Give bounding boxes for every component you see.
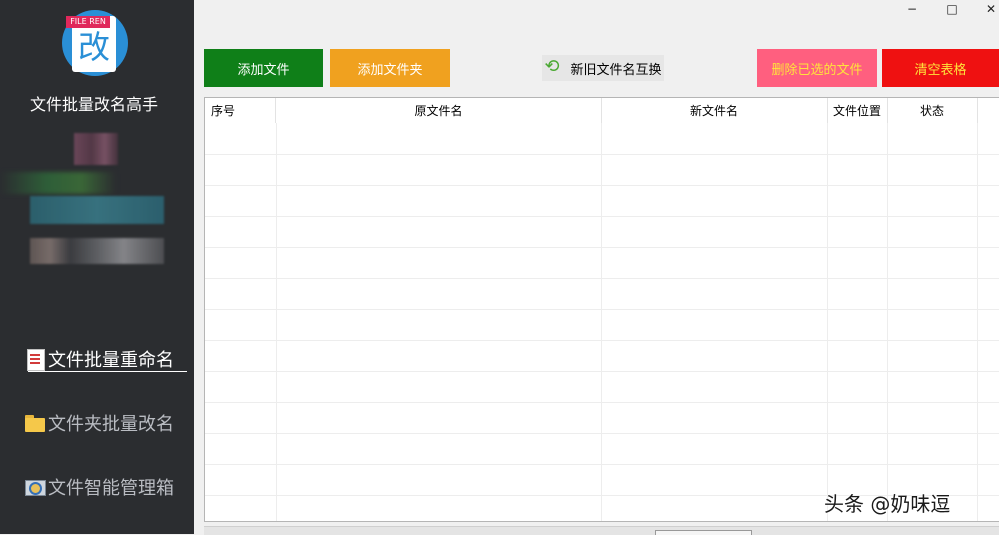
- sidebar-item-batch-rename[interactable]: 文件批量重命名: [24, 344, 194, 374]
- grid-row-line: [205, 464, 999, 465]
- blurred-account-info: [0, 172, 116, 194]
- grid-row-line: [205, 216, 999, 217]
- swap-names-button[interactable]: 新旧文件名互换: [542, 55, 664, 81]
- document-icon: [24, 348, 46, 371]
- grid-row-line: [205, 340, 999, 341]
- maximize-button[interactable]: □: [942, 2, 962, 16]
- grid-column-line: [601, 123, 602, 521]
- grid-row-line: [205, 185, 999, 186]
- grid-column-line: [977, 123, 978, 521]
- grid-row-line: [205, 278, 999, 279]
- column-header-status[interactable]: 状态: [887, 98, 978, 123]
- table-header: 序号 原文件名 新文件名 文件位置 状态: [205, 98, 999, 123]
- swap-names-label: 新旧文件名互换: [570, 62, 662, 78]
- blurred-account-info: [30, 196, 164, 224]
- sidebar-item-folder-rename[interactable]: 文件夹批量改名: [24, 408, 194, 438]
- app-name: 文件批量改名高手: [29, 95, 158, 114]
- column-header-new-name[interactable]: 新文件名: [601, 98, 828, 123]
- sidebar: FILE REN 改 文件批量改名高手 文件批量重命名 文件夹批量改名 文件智能…: [0, 0, 194, 534]
- status-box: [655, 530, 752, 535]
- grid-row-line: [205, 309, 999, 310]
- grid-row-line: [205, 154, 999, 155]
- logo-glyph: 改: [77, 28, 110, 66]
- delete-selected-button[interactable]: 删除已选的文件: [757, 49, 877, 87]
- refresh-icon: [544, 56, 562, 77]
- grid-column-line: [276, 123, 277, 521]
- grid-row-line: [205, 433, 999, 434]
- active-indicator: [28, 371, 187, 372]
- clear-table-button[interactable]: 清空表格: [882, 49, 999, 87]
- grid-column-line: [887, 123, 888, 521]
- grid-column-line: [827, 123, 828, 521]
- sidebar-item-label: 文件智能管理箱: [48, 478, 174, 499]
- grid-row-line: [205, 371, 999, 372]
- sidebar-item-label: 文件夹批量改名: [48, 414, 174, 435]
- toolbox-icon: [24, 476, 46, 498]
- app-logo: FILE REN 改: [62, 10, 128, 76]
- add-folder-button[interactable]: 添加文件夹: [330, 49, 450, 87]
- add-file-button[interactable]: 添加文件: [204, 49, 323, 87]
- watermark: 头条 @奶味逗: [824, 492, 951, 516]
- folder-icon: [24, 412, 46, 434]
- column-header-location[interactable]: 文件位置: [827, 98, 888, 123]
- file-table[interactable]: 序号 原文件名 新文件名 文件位置 状态: [204, 97, 999, 522]
- column-header-index[interactable]: 序号: [205, 98, 276, 123]
- grid-row-line: [205, 247, 999, 248]
- minimize-button[interactable]: −: [902, 2, 922, 16]
- sidebar-item-label: 文件批量重命名: [48, 350, 174, 371]
- blurred-account-info: [30, 238, 164, 264]
- blurred-avatar: [74, 133, 118, 165]
- sidebar-item-smart-manager[interactable]: 文件智能管理箱: [24, 472, 194, 502]
- column-header-original-name[interactable]: 原文件名: [276, 98, 602, 123]
- close-button[interactable]: ✕: [981, 2, 999, 16]
- grid-row-line: [205, 402, 999, 403]
